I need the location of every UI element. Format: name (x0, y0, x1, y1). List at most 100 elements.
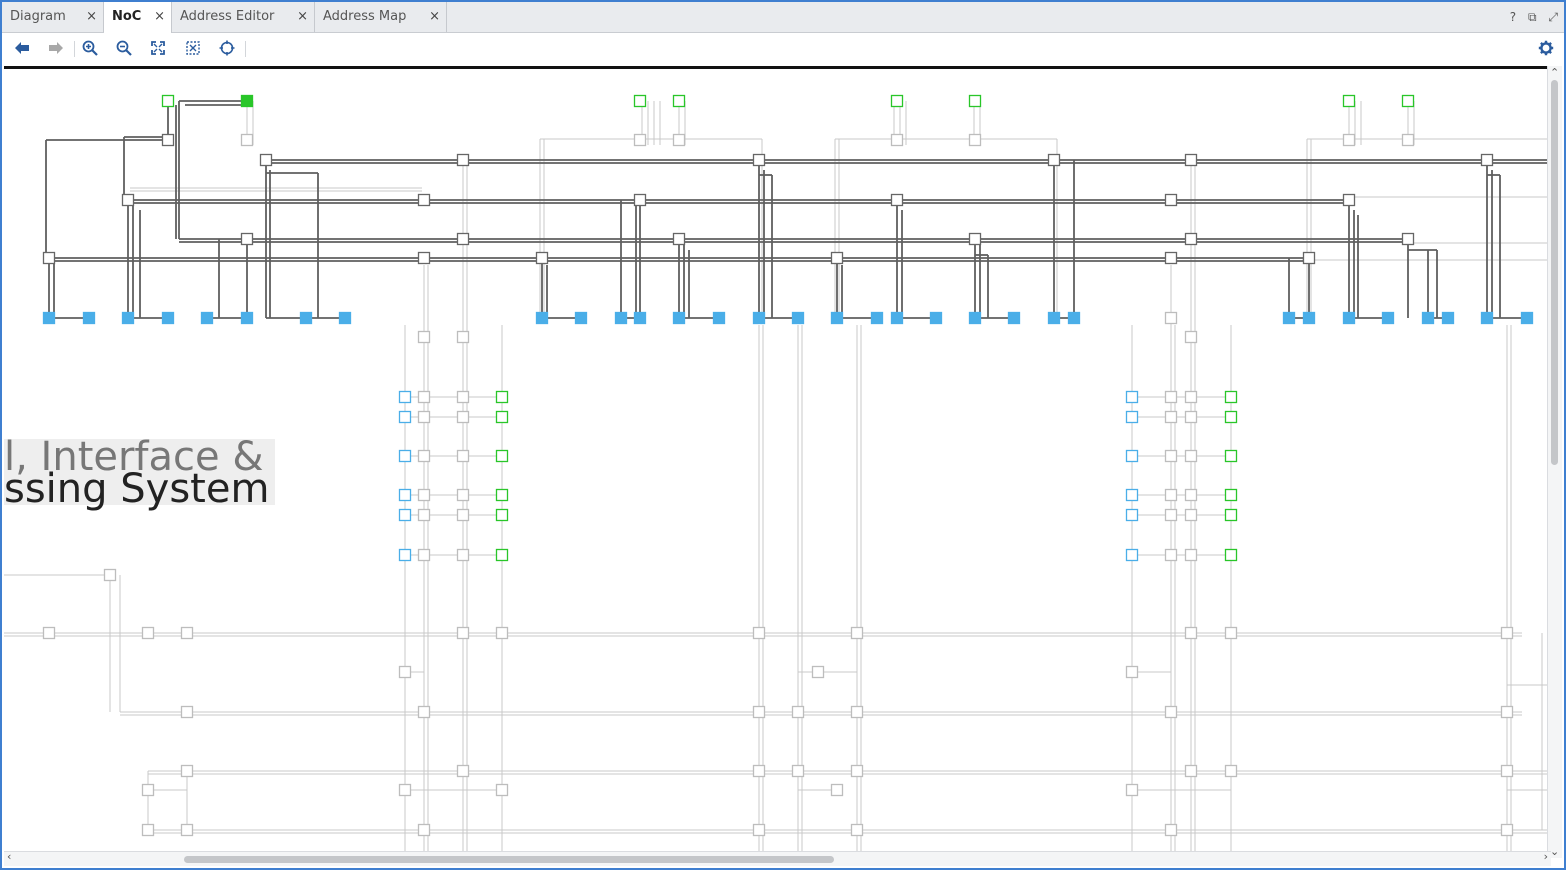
noc-switch-node[interactable] (850, 705, 864, 719)
slave-port-node[interactable] (240, 94, 254, 108)
noc-switch-node[interactable] (1500, 764, 1514, 778)
master-port-node[interactable] (1282, 311, 1296, 325)
slave-port-node[interactable] (1224, 410, 1238, 424)
noc-switch-node[interactable] (1184, 548, 1198, 562)
close-icon[interactable]: × (429, 2, 440, 32)
slave-port-node[interactable] (1224, 449, 1238, 463)
noc-switch-node[interactable] (103, 568, 117, 582)
noc-switch-node[interactable] (1500, 823, 1514, 837)
master-port-node[interactable] (890, 311, 904, 325)
noc-switch-node[interactable] (417, 251, 431, 265)
noc-switch-node[interactable] (417, 823, 431, 837)
noc-switch-node[interactable] (1164, 193, 1178, 207)
noc-switch-node[interactable] (1184, 390, 1198, 404)
noc-switch-node[interactable] (417, 548, 431, 562)
master-port-node[interactable] (633, 311, 647, 325)
tab-address-editor[interactable]: Address Editor × (172, 2, 315, 32)
noc-switch-node[interactable] (456, 626, 470, 640)
noc-switch-node[interactable] (1164, 548, 1178, 562)
noc-switch-node[interactable] (456, 548, 470, 562)
noc-switch-node[interactable] (141, 783, 155, 797)
tab-address-map[interactable]: Address Map × (315, 2, 447, 32)
slave-port-node[interactable] (633, 94, 647, 108)
master-port-node[interactable] (574, 311, 588, 325)
noc-switch-node[interactable] (180, 626, 194, 640)
close-icon[interactable]: × (86, 2, 97, 32)
noc-switch-node[interactable] (890, 133, 904, 147)
slave-port-node[interactable] (495, 508, 509, 522)
noc-switch-node[interactable] (1224, 626, 1238, 640)
master-port-node[interactable] (1047, 311, 1061, 325)
slave-port-node[interactable] (495, 449, 509, 463)
noc-switch-node[interactable] (1164, 823, 1178, 837)
noc-switch-node[interactable] (535, 251, 549, 265)
noc-switch-node[interactable] (456, 330, 470, 344)
noc-switch-node[interactable] (417, 488, 431, 502)
noc-switch-node[interactable] (752, 626, 766, 640)
master-port-node[interactable] (1441, 311, 1455, 325)
zoom-out-icon[interactable] (112, 37, 136, 59)
noc-switch-node[interactable] (1125, 783, 1139, 797)
vertical-scrollbar[interactable]: ⌃ ⌄ (1547, 66, 1562, 858)
noc-switch-node[interactable] (633, 133, 647, 147)
noc-switch-node[interactable] (456, 232, 470, 246)
noc-switch-node[interactable] (180, 764, 194, 778)
noc-switch-node[interactable] (417, 330, 431, 344)
noc-switch-node[interactable] (633, 193, 647, 207)
noc-switch-node[interactable] (1480, 153, 1494, 167)
master-port-node[interactable] (398, 548, 412, 562)
master-port-node[interactable] (535, 311, 549, 325)
scroll-right-icon[interactable]: › (1544, 850, 1548, 863)
noc-switch-node[interactable] (1164, 251, 1178, 265)
noc-switch-node[interactable] (141, 626, 155, 640)
noc-switch-node[interactable] (1047, 153, 1061, 167)
noc-switch-node[interactable] (398, 783, 412, 797)
noc-switch-node[interactable] (1401, 232, 1415, 246)
slave-port-node[interactable] (495, 410, 509, 424)
noc-switch-node[interactable] (752, 153, 766, 167)
noc-switch-node[interactable] (456, 764, 470, 778)
noc-canvas[interactable]: l, Interface & ssing System (4, 66, 1551, 859)
noc-switch-node[interactable] (1164, 488, 1178, 502)
noc-switch-node[interactable] (1224, 764, 1238, 778)
noc-switch-node[interactable] (850, 823, 864, 837)
noc-switch-node[interactable] (1302, 251, 1316, 265)
zoom-area-icon[interactable] (181, 37, 205, 59)
horizontal-scrollbar[interactable]: ‹ › (4, 850, 1551, 866)
noc-switch-node[interactable] (1164, 410, 1178, 424)
master-port-node[interactable] (1007, 311, 1021, 325)
slave-port-node[interactable] (495, 548, 509, 562)
noc-switch-node[interactable] (968, 232, 982, 246)
scroll-left-icon[interactable]: ‹ (7, 850, 11, 863)
master-port-node[interactable] (398, 410, 412, 424)
back-arrow-icon[interactable] (10, 37, 34, 59)
noc-switch-node[interactable] (417, 705, 431, 719)
noc-switch-node[interactable] (752, 823, 766, 837)
noc-switch-node[interactable] (180, 823, 194, 837)
noc-switch-node[interactable] (141, 823, 155, 837)
noc-switch-node[interactable] (1164, 311, 1178, 325)
noc-switch-node[interactable] (495, 783, 509, 797)
noc-switch-node[interactable] (791, 764, 805, 778)
master-port-node[interactable] (1125, 508, 1139, 522)
noc-switch-node[interactable] (830, 783, 844, 797)
master-port-node[interactable] (398, 449, 412, 463)
noc-switch-node[interactable] (1500, 626, 1514, 640)
noc-switch-node[interactable] (850, 764, 864, 778)
noc-switch-node[interactable] (240, 133, 254, 147)
master-port-node[interactable] (1125, 410, 1139, 424)
master-port-node[interactable] (1302, 311, 1316, 325)
zoom-in-icon[interactable] (78, 37, 102, 59)
noc-switch-node[interactable] (417, 390, 431, 404)
master-port-node[interactable] (1125, 548, 1139, 562)
noc-switch-node[interactable] (456, 410, 470, 424)
noc-switch-node[interactable] (259, 153, 273, 167)
master-port-node[interactable] (752, 311, 766, 325)
master-port-node[interactable] (672, 311, 686, 325)
close-icon[interactable]: × (154, 2, 165, 32)
master-port-node[interactable] (870, 311, 884, 325)
scroll-down-icon[interactable]: ⌄ (1550, 845, 1559, 858)
master-port-node[interactable] (398, 488, 412, 502)
noc-switch-node[interactable] (830, 251, 844, 265)
noc-switch-node[interactable] (1164, 705, 1178, 719)
